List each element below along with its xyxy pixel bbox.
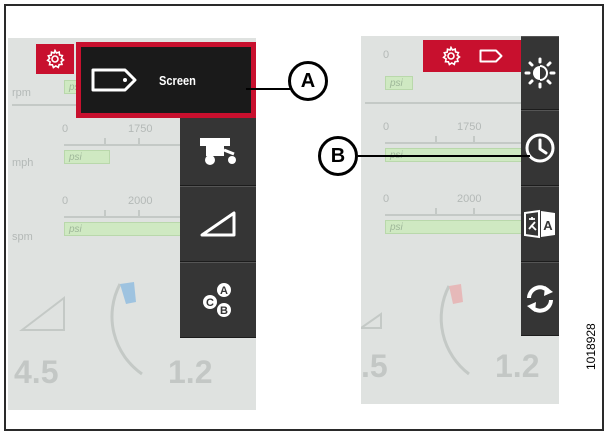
brightness-button[interactable] xyxy=(521,36,559,110)
scale-min: 0 xyxy=(383,121,390,133)
refresh-icon xyxy=(527,285,553,313)
scale-line xyxy=(385,142,525,144)
language-icon: A xyxy=(524,209,555,239)
figure-number: 1018928 xyxy=(584,323,598,370)
svg-text:A: A xyxy=(220,285,228,297)
brightness-icon xyxy=(524,57,556,89)
header-angle-icon xyxy=(200,211,236,237)
scale-tick xyxy=(473,136,475,144)
scale-tick xyxy=(104,138,106,146)
display-panel-a: rpm psi 0 1750 psi mph 0 2000 psi spm 4.… xyxy=(8,38,256,410)
windrower-icon xyxy=(200,138,236,165)
settings-screen-badge[interactable] xyxy=(423,40,521,72)
big-value-left: .5 xyxy=(361,348,388,384)
scale-tick xyxy=(138,210,140,218)
callout-b-leader xyxy=(358,155,530,157)
scale-line xyxy=(64,144,188,146)
header-angle-button[interactable] xyxy=(180,186,256,262)
scale-max: 2000 xyxy=(128,195,153,207)
abc-settings-icon: A C B xyxy=(203,283,231,317)
divider xyxy=(365,102,525,104)
svg-text:B: B xyxy=(220,305,228,317)
gear-icon xyxy=(442,46,461,66)
scale-tick xyxy=(138,138,140,146)
windrower-button[interactable] xyxy=(180,114,256,186)
scale-min: 0 xyxy=(383,49,390,61)
unit-label-mph: mph xyxy=(12,157,34,169)
screen-tag-icon xyxy=(91,68,137,92)
display-panel-b: 0 psi 0 1750 psi 0 2000 psi .5 1.2 xyxy=(361,36,559,404)
gauge-bar: psi xyxy=(64,150,110,164)
screen-menu-item[interactable]: Screen xyxy=(76,42,256,118)
scale-max: 1750 xyxy=(457,121,482,133)
scale-tick xyxy=(435,208,437,216)
scale-min: 0 xyxy=(62,195,69,207)
big-value-right: 1.2 xyxy=(168,354,213,390)
scale-tick xyxy=(435,136,437,144)
gauge-bar: psi xyxy=(385,220,525,234)
unit-label-rpm: rpm xyxy=(12,87,31,99)
screen-label: Screen xyxy=(159,72,196,88)
gauge-bar: psi xyxy=(385,76,413,90)
scale-tick xyxy=(104,210,106,218)
scale-max: 1750 xyxy=(128,123,153,135)
scale-max: 2000 xyxy=(457,193,482,205)
scale-line xyxy=(64,216,188,218)
svg-text:A: A xyxy=(543,218,553,233)
clock-icon xyxy=(525,133,555,163)
callout-a-leader xyxy=(246,88,290,90)
screen-tag-icon xyxy=(479,49,503,63)
callout-b: B xyxy=(318,136,358,176)
unit-label-spm: spm xyxy=(12,231,33,243)
language-button[interactable]: A xyxy=(521,186,559,262)
scale-min: 0 xyxy=(62,123,69,135)
big-value-left: 4.5 xyxy=(14,354,59,390)
settings-gear-button[interactable] xyxy=(36,44,74,74)
scale-line xyxy=(385,214,525,216)
gauge-graphics xyxy=(361,284,470,376)
scale-tick xyxy=(473,208,475,216)
refresh-button[interactable] xyxy=(521,262,559,336)
scale-min: 0 xyxy=(383,193,390,205)
gear-icon xyxy=(46,49,65,69)
callout-a: A xyxy=(288,61,328,101)
abc-settings-button[interactable]: A C B xyxy=(180,262,256,338)
big-value-right: 1.2 xyxy=(495,348,540,384)
svg-text:C: C xyxy=(206,297,214,309)
gauge-bar: psi xyxy=(64,222,188,236)
clock-button[interactable] xyxy=(521,110,559,186)
